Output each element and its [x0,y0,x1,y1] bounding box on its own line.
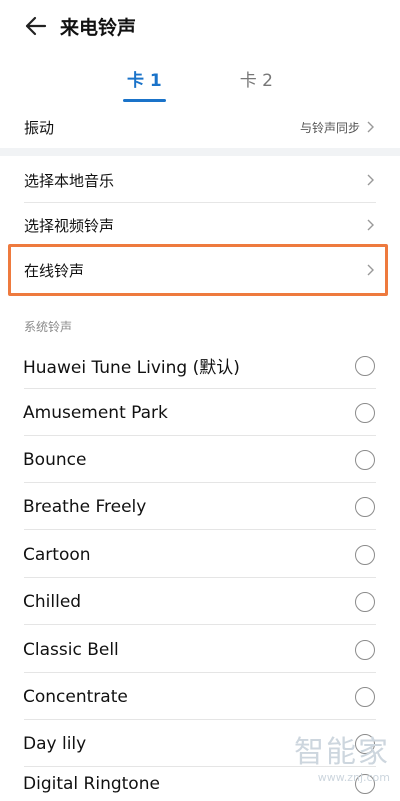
vibration-label: 振动 [24,118,55,137]
tab-card-2[interactable]: 卡 2 [236,60,277,100]
ringtone-name: Bounce [23,449,87,470]
chevron-right-icon [367,121,374,133]
ringtone-name: Amusement Park [23,402,168,423]
ringtone-item[interactable]: Huawei Tune Living (默认) [0,342,400,389]
radio-button[interactable] [355,639,375,660]
select-local-music-row[interactable]: 选择本地音乐 [0,157,400,203]
option-label: 选择视频铃声 [24,216,115,235]
ringtone-item[interactable]: Amusement Park [0,389,400,436]
ringtone-item[interactable]: Chilled [0,578,400,625]
radio-button[interactable] [355,591,375,612]
radio-button[interactable] [355,544,375,565]
radio-button[interactable] [355,686,375,707]
divider [24,529,376,530]
back-button[interactable] [12,2,60,50]
divider [24,624,376,625]
watermark-text: 智能家 [294,735,390,770]
vibration-value: 与铃声同步 [299,120,360,135]
ringtone-item[interactable]: Concentrate [0,673,400,720]
vibration-row[interactable]: 振动 与铃声同步 [0,106,400,148]
ringtone-name: Concentrate [23,686,128,707]
back-arrow-icon [25,16,47,36]
section-separator [0,148,400,156]
page-title: 来电铃声 [60,16,137,39]
ringtone-name: Chilled [23,591,82,612]
ringtone-name: Classic Bell [23,639,119,660]
radio-button[interactable] [355,496,375,517]
highlight-box [8,244,388,296]
ringtone-name: Digital Ringtone [23,774,160,794]
ringtone-item[interactable]: Cartoon [0,531,400,578]
ringtone-item[interactable]: Classic Bell [0,626,400,673]
watermark-logo: 智能家 www.znj.com [280,735,390,795]
chevron-right-icon [367,219,374,231]
ringtone-item[interactable]: Bounce [0,436,400,483]
system-ringtones-header: 系统铃声 [24,320,73,334]
option-label: 选择本地音乐 [24,171,115,190]
watermark-url: www.znj.com [317,771,390,784]
top-bar: 来电铃声 [0,0,400,52]
sim-tabs: 卡 1 卡 2 [0,60,400,102]
select-video-ringtone-row[interactable]: 选择视频铃声 [0,203,400,247]
radio-button[interactable] [355,402,375,423]
tab-card-1[interactable]: 卡 1 [123,60,166,102]
ringtone-item[interactable]: Breathe Freely [0,483,400,530]
ringtone-name: Huawei Tune Living (默认) [23,358,240,378]
radio-button[interactable] [355,449,375,470]
ringtone-name: Day lily [23,733,87,754]
chevron-right-icon [367,174,374,186]
radio-button[interactable] [355,355,375,376]
ringtone-name: Cartoon [23,544,91,565]
ringtone-name: Breathe Freely [23,496,147,517]
